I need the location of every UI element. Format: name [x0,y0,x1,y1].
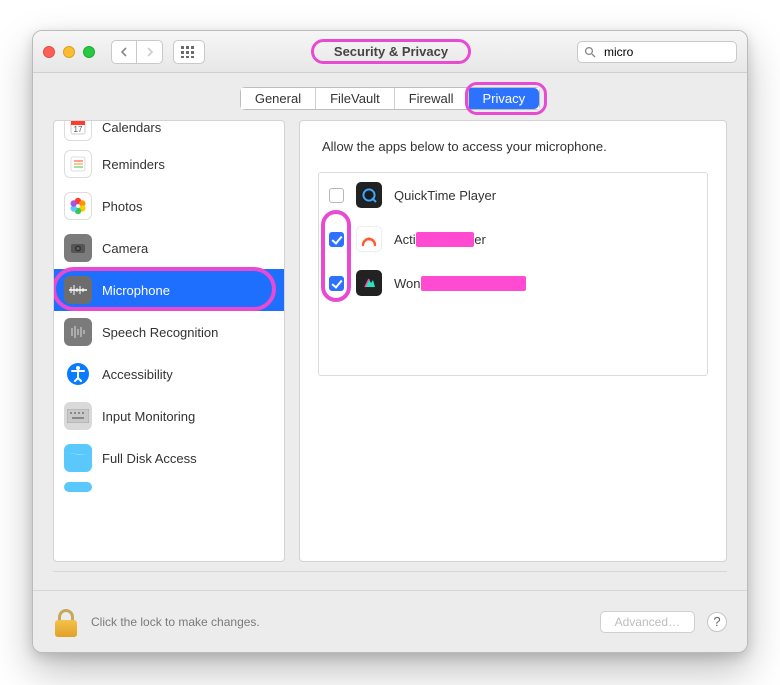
search-field[interactable]: ✕ [577,41,737,63]
preferences-window: Security & Privacy ✕ General FileVault F… [32,30,748,653]
chevron-left-icon [120,47,128,57]
accessibility-icon [64,360,92,388]
app-row-filmora: Wondershare Filmora9 [319,261,707,305]
content-area: 17 Calendars Reminders [33,120,747,580]
close-window-button[interactable] [43,46,55,58]
apps-list: QuickTime Player ActivePresenter [318,172,708,376]
sidebar-item-camera[interactable]: Camera [54,227,284,269]
window-controls [43,46,95,58]
sidebar-item-label: Photos [102,199,142,214]
tab-firewall[interactable]: Firewall [395,88,469,109]
sidebar-item-microphone[interactable]: Microphone [54,269,284,311]
tab-filevault[interactable]: FileVault [316,88,395,109]
sidebar-item-truncated[interactable] [54,479,284,495]
microphone-icon [64,276,92,304]
sidebar-item-reminders[interactable]: Reminders [54,143,284,185]
sidebar-item-input-monitoring[interactable]: Input Monitoring [54,395,284,437]
camera-icon [64,234,92,262]
folder-icon [64,482,92,492]
lock-message: Click the lock to make changes. [91,615,260,629]
window-title: Security & Privacy [334,44,448,59]
app-row-activepresenter: ActivePresenter [319,217,707,261]
tab-general[interactable]: General [241,88,316,109]
sidebar-item-label: Microphone [102,283,170,298]
sidebar-item-label: Input Monitoring [102,409,195,424]
sidebar-item-speech[interactable]: Speech Recognition [54,311,284,353]
divider [53,571,727,572]
show-all-prefs-button[interactable] [173,40,205,64]
sidebar-item-label: Reminders [102,157,165,172]
help-button[interactable]: ? [707,612,727,632]
app-name-label: QuickTime Player [394,188,496,203]
reminders-icon [64,150,92,178]
tab-bar: General FileVault Firewall Privacy [33,73,747,120]
sidebar-item-label: Camera [102,241,148,256]
checkbox-filmora[interactable] [329,276,344,291]
calendar-icon: 17 [64,121,92,141]
speech-icon [64,318,92,346]
app-name-label: ActivePresenter [394,232,486,247]
minimize-window-button[interactable] [63,46,75,58]
search-input[interactable] [602,44,748,60]
app-name-label: Wondershare Filmora9 [394,276,526,291]
chevron-right-icon [146,47,154,57]
back-button[interactable] [111,40,137,64]
titlebar: Security & Privacy ✕ [33,31,747,73]
window-title-annotation: Security & Privacy [311,39,471,64]
grid-icon [181,46,197,58]
tab-privacy[interactable]: Privacy [469,88,540,109]
sidebar-item-label: Full Disk Access [102,451,197,466]
panel-caption: Allow the apps below to access your micr… [322,139,708,154]
sidebar-item-photos[interactable]: Photos [54,185,284,227]
lock-button[interactable] [53,607,79,637]
folder-icon [64,444,92,472]
sidebar-item-full-disk[interactable]: Full Disk Access [54,437,284,479]
app-row-quicktime: QuickTime Player [319,173,707,217]
checkbox-quicktime[interactable] [329,188,344,203]
privacy-category-list: 17 Calendars Reminders [53,120,285,562]
sidebar-item-accessibility[interactable]: Accessibility [54,353,284,395]
svg-text:17: 17 [74,125,83,134]
photos-icon [64,192,92,220]
footer-bar: Click the lock to make changes. Advanced… [33,590,747,652]
filmora-icon [356,270,382,296]
quicktime-icon [356,182,382,208]
nav-buttons [111,40,163,64]
activepresenter-icon [356,226,382,252]
sidebar-item-label: Accessibility [102,367,173,382]
microphone-access-panel: Allow the apps below to access your micr… [299,120,727,562]
checkbox-activepresenter[interactable] [329,232,344,247]
keyboard-icon [64,402,92,430]
sidebar-item-calendars[interactable]: 17 Calendars [54,121,284,143]
sidebar-item-label: Calendars [102,121,161,135]
sidebar-item-label: Speech Recognition [102,325,218,340]
forward-button[interactable] [137,40,163,64]
search-icon [584,46,596,58]
zoom-window-button[interactable] [83,46,95,58]
advanced-button[interactable]: Advanced… [600,611,695,633]
